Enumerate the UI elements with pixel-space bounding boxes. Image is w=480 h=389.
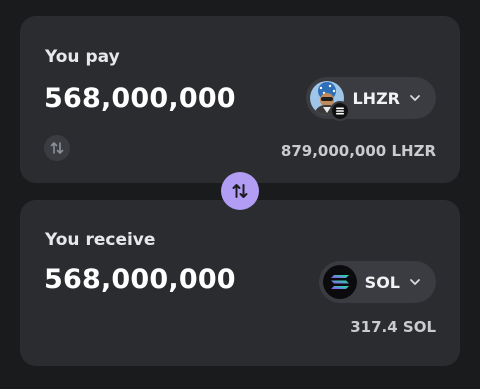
chain-badge-icon [330, 101, 351, 121]
pay-token-symbol: LHZR [352, 88, 400, 108]
receive-label: You receive [45, 230, 156, 250]
pay-card: You pay 568,000,000 LHZR 879,000,000 LHZ… [20, 16, 460, 183]
receive-balance: 317.4 SOL [350, 318, 436, 336]
pay-label: You pay [45, 47, 120, 67]
swap-direction-icon [232, 184, 248, 198]
swap-widget: You pay 568,000,000 LHZR 879,000,000 LHZ… [0, 0, 480, 389]
pay-amount-input[interactable]: 568,000,000 [44, 83, 236, 114]
pay-balance: 879,000,000 LHZR [280, 142, 436, 160]
swap-arrows-icon[interactable] [44, 135, 70, 161]
chevron-down-icon [410, 279, 420, 285]
chevron-down-icon [410, 95, 420, 101]
swap-direction-button[interactable] [221, 172, 259, 210]
lhzr-token-avatar [310, 81, 351, 121]
receive-token-selector[interactable]: SOL [318, 261, 436, 303]
receive-token-symbol: SOL [364, 272, 400, 292]
solana-logo-icon [322, 265, 357, 299]
receive-amount[interactable]: 568,000,000 [44, 264, 236, 295]
pay-token-selector[interactable]: LHZR [306, 77, 436, 121]
receive-card: You receive 568,000,000 SOL 317.4 SOL [20, 200, 460, 366]
